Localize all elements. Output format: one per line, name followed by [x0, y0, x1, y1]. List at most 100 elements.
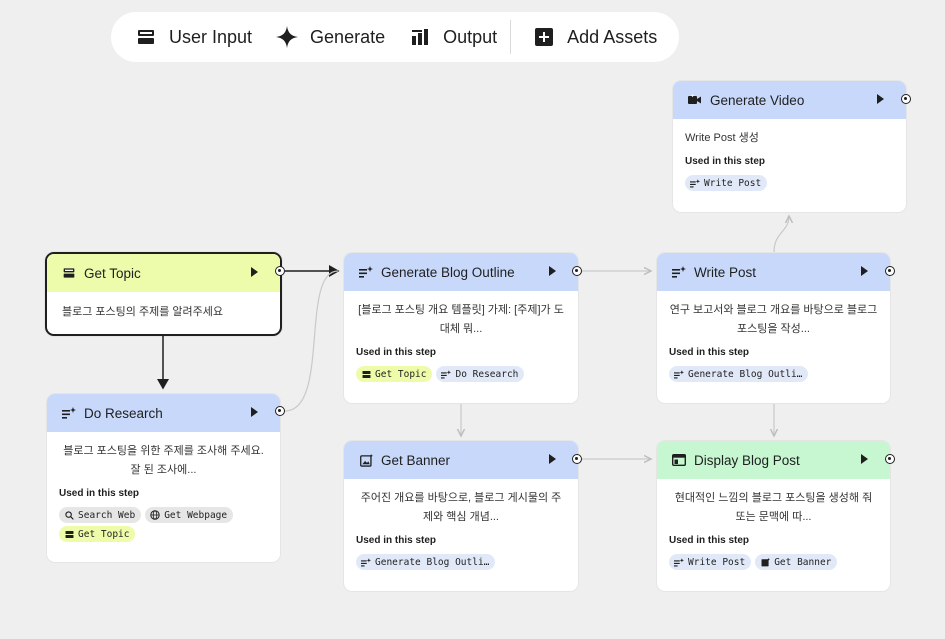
- add-assets-label: Add Assets: [567, 26, 658, 47]
- user-input-icon: [135, 26, 157, 48]
- generate-text-icon: [61, 405, 77, 421]
- globe-icon: [150, 510, 160, 520]
- node-header: Do Research: [47, 394, 280, 432]
- play-icon[interactable]: [877, 94, 884, 104]
- generate-text-icon: [671, 264, 687, 280]
- play-icon[interactable]: [549, 454, 556, 464]
- generate-text-icon: [441, 369, 452, 379]
- output-port[interactable]: [275, 406, 285, 416]
- node-title: Generate Video: [710, 92, 805, 108]
- play-icon[interactable]: [861, 454, 868, 464]
- chip-do-research[interactable]: Do Research: [436, 366, 525, 382]
- generate-text-icon: [358, 264, 374, 280]
- chip-label: Generate Blog Outli…: [688, 368, 803, 380]
- node-title: Get Banner: [381, 452, 451, 468]
- node-description: 블로그 포스팅을 위한 주제를 조사해 주세요. 잘 된 조사에...: [63, 445, 264, 476]
- generate-image-icon: [358, 452, 374, 468]
- play-icon[interactable]: [251, 407, 258, 417]
- toolbar: User Input Generate Output Add Assets: [111, 12, 679, 62]
- node-get-banner[interactable]: Get Banner 주어진 개요를 바탕으로, 블로그 게시물의 주제와 핵심…: [344, 441, 578, 591]
- used-in-step-label: Used in this step: [685, 156, 766, 167]
- chip-list: Generate Blog Outli…: [356, 554, 566, 570]
- used-in-step-label: Used in this step: [59, 488, 140, 499]
- node-header: Display Blog Post: [657, 441, 890, 479]
- chip-generate-blog-outline[interactable]: Generate Blog Outli…: [356, 554, 496, 570]
- output-port[interactable]: [572, 454, 582, 464]
- generate-button[interactable]: Generate: [276, 12, 385, 62]
- generate-text-icon: [690, 178, 700, 188]
- node-title: Write Post: [694, 264, 757, 280]
- node-generate-video[interactable]: Generate Video Write Post 생성 Used in thi…: [673, 81, 906, 212]
- video-camera-icon: [687, 92, 703, 108]
- output-port[interactable]: [901, 94, 911, 104]
- node-write-post[interactable]: Write Post 연구 보고서와 블로그 개요를 바탕으로 블로그 포스팅을…: [657, 253, 890, 403]
- add-assets-button[interactable]: Add Assets: [533, 12, 657, 62]
- used-in-step-label: Used in this step: [669, 535, 750, 546]
- node-title: Do Research: [84, 405, 163, 421]
- chip-get-webpage[interactable]: Get Webpage: [145, 507, 234, 523]
- generate-text-icon: [361, 557, 371, 567]
- node-header: Get Topic: [47, 254, 280, 292]
- chip-label: Get Topic: [78, 528, 130, 540]
- chip-label: Write Post: [704, 177, 762, 189]
- user-input-icon: [61, 265, 77, 281]
- output-icon: [409, 26, 431, 48]
- user-input-button[interactable]: User Input: [135, 12, 252, 62]
- sparkle-icon: [276, 26, 299, 48]
- output-button[interactable]: Output: [409, 12, 497, 62]
- chip-list: Write Post: [685, 175, 894, 191]
- node-display-blog-post[interactable]: Display Blog Post 현대적인 느낌의 블로그 포스팅을 생성해 …: [657, 441, 890, 591]
- chip-label: Get Webpage: [164, 509, 228, 521]
- node-generate-blog-outline[interactable]: Generate Blog Outline [블로그 포스팅 개요 템플릿] 가…: [344, 253, 578, 403]
- node-do-research[interactable]: Do Research 블로그 포스팅을 위한 주제를 조사해 주세요. 잘 된…: [47, 394, 280, 562]
- node-header: Write Post: [657, 253, 890, 291]
- chip-label: Generate Blog Outli…: [375, 556, 490, 568]
- play-icon[interactable]: [251, 267, 258, 277]
- used-in-step-label: Used in this step: [356, 535, 437, 546]
- output-port[interactable]: [885, 454, 895, 464]
- play-icon[interactable]: [549, 266, 556, 276]
- user-input-icon: [361, 369, 371, 379]
- chip-list: Get Topic Do Research: [356, 366, 566, 382]
- chip-get-topic[interactable]: Get Topic: [356, 366, 433, 382]
- output-port[interactable]: [572, 266, 582, 276]
- add-box-icon: [533, 26, 555, 48]
- node-description: 블로그 포스팅의 주제를 알려주세요: [62, 306, 223, 318]
- output-label: Output: [443, 26, 498, 47]
- chip-get-banner[interactable]: Get Banner: [755, 554, 838, 570]
- generate-label: Generate: [310, 26, 386, 47]
- node-description: Write Post 생성: [685, 132, 759, 144]
- node-header: Generate Blog Outline: [344, 253, 578, 291]
- toolbar-divider: [510, 20, 512, 54]
- chip-generate-blog-outline[interactable]: Generate Blog Outli…: [669, 366, 809, 382]
- chip-label: Do Research: [455, 368, 519, 380]
- chip-write-post[interactable]: Write Post: [685, 175, 768, 191]
- chip-search-web[interactable]: Search Web: [59, 507, 142, 523]
- chip-label: Get Banner: [774, 556, 832, 568]
- chip-label: Search Web: [78, 509, 136, 521]
- play-icon[interactable]: [861, 266, 868, 276]
- node-description: 연구 보고서와 블로그 개요를 바탕으로 블로그 포스팅을 작성...: [669, 304, 878, 335]
- output-port[interactable]: [885, 266, 895, 276]
- chip-list: Generate Blog Outli…: [669, 366, 878, 382]
- web-display-icon: [671, 452, 687, 468]
- node-title: Get Topic: [84, 265, 141, 281]
- chip-get-topic[interactable]: Get Topic: [59, 526, 136, 542]
- chip-label: Write Post: [688, 556, 746, 568]
- node-description: [블로그 포스팅 개요 템플릿] 가제: [주제]가 도대체 뭐...: [358, 304, 564, 335]
- output-port[interactable]: [275, 266, 285, 276]
- node-description: 주어진 개요를 바탕으로, 블로그 게시물의 주제와 핵심 개념...: [360, 492, 562, 523]
- chip-label: Get Topic: [375, 368, 427, 380]
- node-header: Get Banner: [344, 441, 578, 479]
- node-get-topic[interactable]: Get Topic 블로그 포스팅의 주제를 알려주세요: [45, 252, 282, 336]
- search-icon: [64, 510, 74, 520]
- chip-list: Search Web Get Webpage Get Topic: [59, 507, 268, 542]
- used-in-step-label: Used in this step: [669, 347, 750, 358]
- chip-write-post[interactable]: Write Post: [669, 554, 752, 570]
- node-title: Generate Blog Outline: [381, 264, 515, 280]
- generate-image-icon: [760, 557, 770, 567]
- user-input-label: User Input: [169, 26, 253, 47]
- node-title: Display Blog Post: [694, 452, 800, 468]
- node-description: 현대적인 느낌의 블로그 포스팅을 생성해 줘 또는 문맥에 따...: [674, 492, 873, 523]
- chip-list: Write Post Get Banner: [669, 554, 878, 570]
